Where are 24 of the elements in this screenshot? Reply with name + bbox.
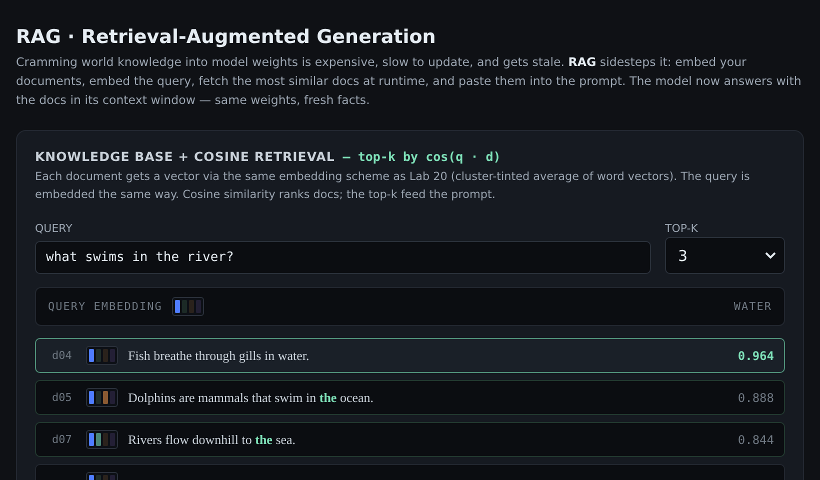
document-row[interactable]: d05 Dolphins are mammals that swim in the ocean. 0.888 [35, 380, 785, 415]
query-field[interactable]: what swims in the river? [35, 241, 651, 274]
similarity-score: 0.964 [738, 348, 774, 362]
section-description: Each document gets a vector via the same embedding scheme as Lab 20 (cluster-tinted average of word vectors). The query is embedded the same way. Cosine similarity ranks docs; the top-k feed the prompt. [35, 169, 751, 203]
document-row[interactable]: d07 Rivers flow downhill to the sea. 0.844 [35, 422, 785, 457]
top-k-select[interactable]: 3 [665, 237, 785, 274]
cluster-label: WATER [734, 300, 772, 313]
formula-text: — top-k by cos(q · d) [342, 149, 501, 164]
document-text: Rivers flow downhill to the sea. [128, 432, 296, 448]
section-heading: KNOWLEDGE BASE + COSINE RETRIEVAL [35, 149, 335, 164]
similarity-score: 0.844 [738, 432, 774, 446]
field-label: QUERY [35, 222, 74, 235]
document-row[interactable]: d04 Fish breathe through gills in water. 0.964 [35, 338, 785, 373]
document-text: Fish breathe through gills in water. [128, 348, 310, 364]
field-label: TOP-K [665, 222, 699, 235]
similarity-score: 0.888 [738, 390, 774, 404]
document-text: Dolphins are mammals that swim in the ocean. [128, 390, 374, 406]
chevron-down-icon [765, 252, 776, 259]
intro-paragraph: Cramming world knowledge into model weights is expensive, slow to update, and gets stale. RAG sidesteps it: embed your documents, embed the query, fetch the most similar docs at runtime, and paste them into the prompt. The model now answers with the docs in its context window — same weights, fresh facts. [16, 54, 802, 109]
document-id: d07 [52, 433, 73, 446]
document-id: d04 [52, 349, 73, 362]
document-id: d05 [52, 391, 73, 404]
embedding-label: QUERY EMBEDDING [48, 300, 162, 313]
page-title: RAG · Retrieval-Augmented Generation [16, 26, 437, 48]
